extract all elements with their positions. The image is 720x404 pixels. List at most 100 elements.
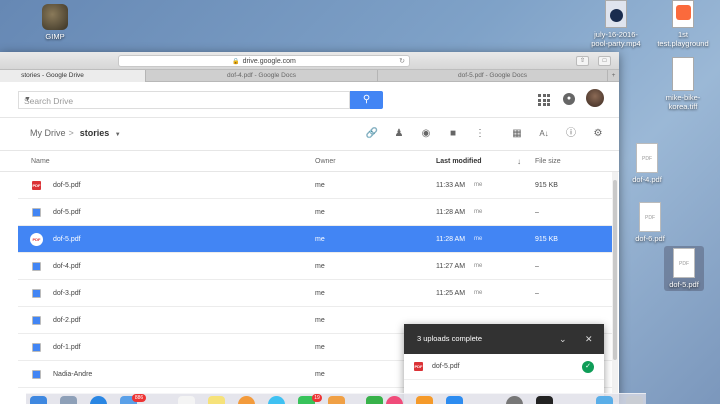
link-icon[interactable]: 🔗 [364, 126, 380, 142]
pdf-icon: PDF [414, 362, 423, 371]
close-icon[interactable]: ✕ [585, 324, 593, 354]
preferences-icon[interactable] [506, 396, 523, 404]
scrollbar[interactable] [612, 172, 618, 402]
itunes-icon[interactable] [386, 396, 403, 404]
file-size: – [535, 209, 539, 216]
search-button[interactable]: ⚲ [350, 91, 383, 109]
pdf-file-icon: PDF [636, 143, 658, 173]
doc-file-icon [32, 208, 41, 217]
file-name[interactable]: dof-5.pdf [53, 226, 81, 253]
share-button[interactable]: ⇧ [576, 56, 589, 66]
file-modified: 11:25 AM [436, 290, 466, 297]
sort-az-icon[interactable]: A↓ [536, 126, 552, 142]
column-name[interactable]: Name [31, 158, 50, 165]
pages-icon[interactable] [328, 396, 345, 404]
file-row[interactable]: dof-5.pdf me 11:28 AM me – [18, 199, 612, 226]
file-row[interactable]: PDF dof-5.pdf me 11:28 AM me 915 KB [18, 226, 612, 253]
chevron-down-icon[interactable]: ▼ [115, 132, 121, 138]
sort-arrow-icon[interactable]: ↓ [517, 157, 521, 166]
file-row[interactable]: dof-4.pdf me 11:27 AM me – [18, 253, 612, 280]
file-owner: me [315, 236, 325, 243]
breadcrumb: My Drive > stories ▼ [30, 128, 121, 138]
upload-item[interactable]: PDF dof-5.pdf ✓ [404, 354, 604, 380]
collapse-chevron-icon[interactable]: ⌄ [559, 324, 567, 354]
trash-icon[interactable]: ■ [445, 126, 461, 142]
preview-eye-icon[interactable]: ◉ [418, 126, 434, 142]
file-name[interactable]: dof-5.pdf [53, 172, 81, 199]
desktop-icon-dof-6[interactable]: PDF dof-6.pdf [627, 202, 673, 243]
column-owner[interactable]: Owner [315, 158, 336, 165]
tab-dof-5[interactable]: dof-5.pdf - Google Docs [378, 70, 608, 82]
dock: 886 19 [26, 393, 646, 404]
pdf-file-icon: PDF [673, 248, 695, 278]
search-icon: ⚲ [362, 94, 371, 105]
calendar-icon[interactable] [178, 396, 195, 404]
file-list-header: Name Owner Last modified ↓ File size [0, 152, 619, 172]
info-icon[interactable]: ⓘ [563, 126, 579, 142]
more-options-icon[interactable]: ⋮ [472, 126, 488, 142]
desktop-icon-video[interactable]: july-16-2016-pool-party.mp4 [586, 0, 646, 48]
file-row[interactable]: dof-3.pdf me 11:25 AM me – [18, 280, 612, 307]
desktop-icon-label: dof-5.pdf [669, 280, 699, 289]
modified-by: me [474, 236, 483, 242]
finder-icon[interactable] [30, 396, 47, 404]
tab-stories[interactable]: stories - Google Drive [0, 70, 146, 82]
desktop-icon-playground[interactable]: 1st test.playground [652, 0, 714, 48]
file-size: – [535, 263, 539, 270]
launchpad-icon[interactable] [60, 396, 77, 404]
file-name[interactable]: Nadia-Andre [53, 361, 92, 388]
search-input[interactable]: Search Drive ▼ [18, 91, 350, 109]
file-name[interactable]: dof-2.pdf [53, 307, 81, 334]
ibooks-icon[interactable] [416, 396, 433, 404]
appstore-icon[interactable] [446, 396, 463, 404]
numbers-icon[interactable] [366, 396, 383, 404]
column-last-modified[interactable]: Last modified [436, 158, 482, 165]
desktop-icon-dof-5[interactable]: PDF dof-5.pdf [664, 246, 704, 291]
address-bar[interactable]: 🔒 drive.google.com ↻ [118, 55, 410, 67]
apps-grid-icon[interactable] [538, 94, 550, 106]
file-owner: me [315, 371, 325, 378]
desktop-icon-dof-4[interactable]: PDF dof-4.pdf [624, 143, 670, 184]
upload-file-name[interactable]: dof-5.pdf [432, 354, 460, 380]
file-name[interactable]: dof-5.pdf [53, 199, 81, 226]
uploads-panel-header: 3 uploads complete ⌄ ✕ [404, 324, 604, 354]
file-owner: me [315, 263, 325, 270]
grid-view-icon[interactable]: ▦ [509, 126, 525, 142]
safari-icon[interactable] [90, 396, 107, 404]
breadcrumb-my-drive[interactable]: My Drive [30, 128, 66, 138]
playground-file-icon [672, 0, 694, 28]
tabs-overview-button[interactable]: □ [598, 56, 611, 66]
file-owner: me [315, 182, 325, 189]
folder-icon[interactable] [596, 396, 613, 404]
avatar[interactable] [586, 89, 604, 107]
file-owner: me [315, 344, 325, 351]
photos-icon[interactable] [238, 396, 255, 404]
messages-icon[interactable] [268, 396, 285, 404]
column-file-size[interactable]: File size [535, 158, 561, 165]
uploads-panel: 3 uploads complete ⌄ ✕ PDF dof-5.pdf ✓ [404, 324, 604, 404]
file-name[interactable]: dof-1.pdf [53, 334, 81, 361]
tab-dof-4[interactable]: dof-4.pdf - Google Docs [146, 70, 378, 82]
file-row[interactable]: PDF dof-5.pdf me 11:33 AM me 915 KB [18, 172, 612, 199]
messages-badge: 19 [312, 394, 322, 402]
desktop-icon-label: mike-bike-korea.tiff [665, 93, 701, 111]
reload-icon[interactable]: ↻ [399, 56, 405, 67]
lock-icon: 🔒 [232, 59, 240, 65]
desktop-icon-label: 1st test.playground [657, 30, 709, 48]
new-tab-button[interactable]: + [608, 70, 619, 82]
notifications-icon[interactable]: ● [563, 93, 575, 105]
file-name[interactable]: dof-3.pdf [53, 280, 81, 307]
desktop-icon-tiff[interactable]: mike-bike-korea.tiff [654, 57, 712, 111]
settings-gear-icon[interactable]: ⚙ [590, 126, 606, 142]
gimp-icon [42, 4, 68, 30]
file-name[interactable]: dof-4.pdf [53, 253, 81, 280]
trash-dock-icon[interactable] [626, 396, 643, 404]
share-person-icon[interactable]: ♟ [391, 126, 407, 142]
notes-icon[interactable] [208, 396, 225, 404]
desktop-icon-gimp[interactable]: GIMP [38, 4, 72, 41]
modified-by: me [474, 209, 483, 215]
terminal-icon[interactable] [536, 396, 553, 404]
video-file-icon [605, 0, 627, 28]
breadcrumb-current-folder[interactable]: stories [80, 128, 110, 138]
search-options-icon[interactable]: ▼ [24, 96, 345, 103]
